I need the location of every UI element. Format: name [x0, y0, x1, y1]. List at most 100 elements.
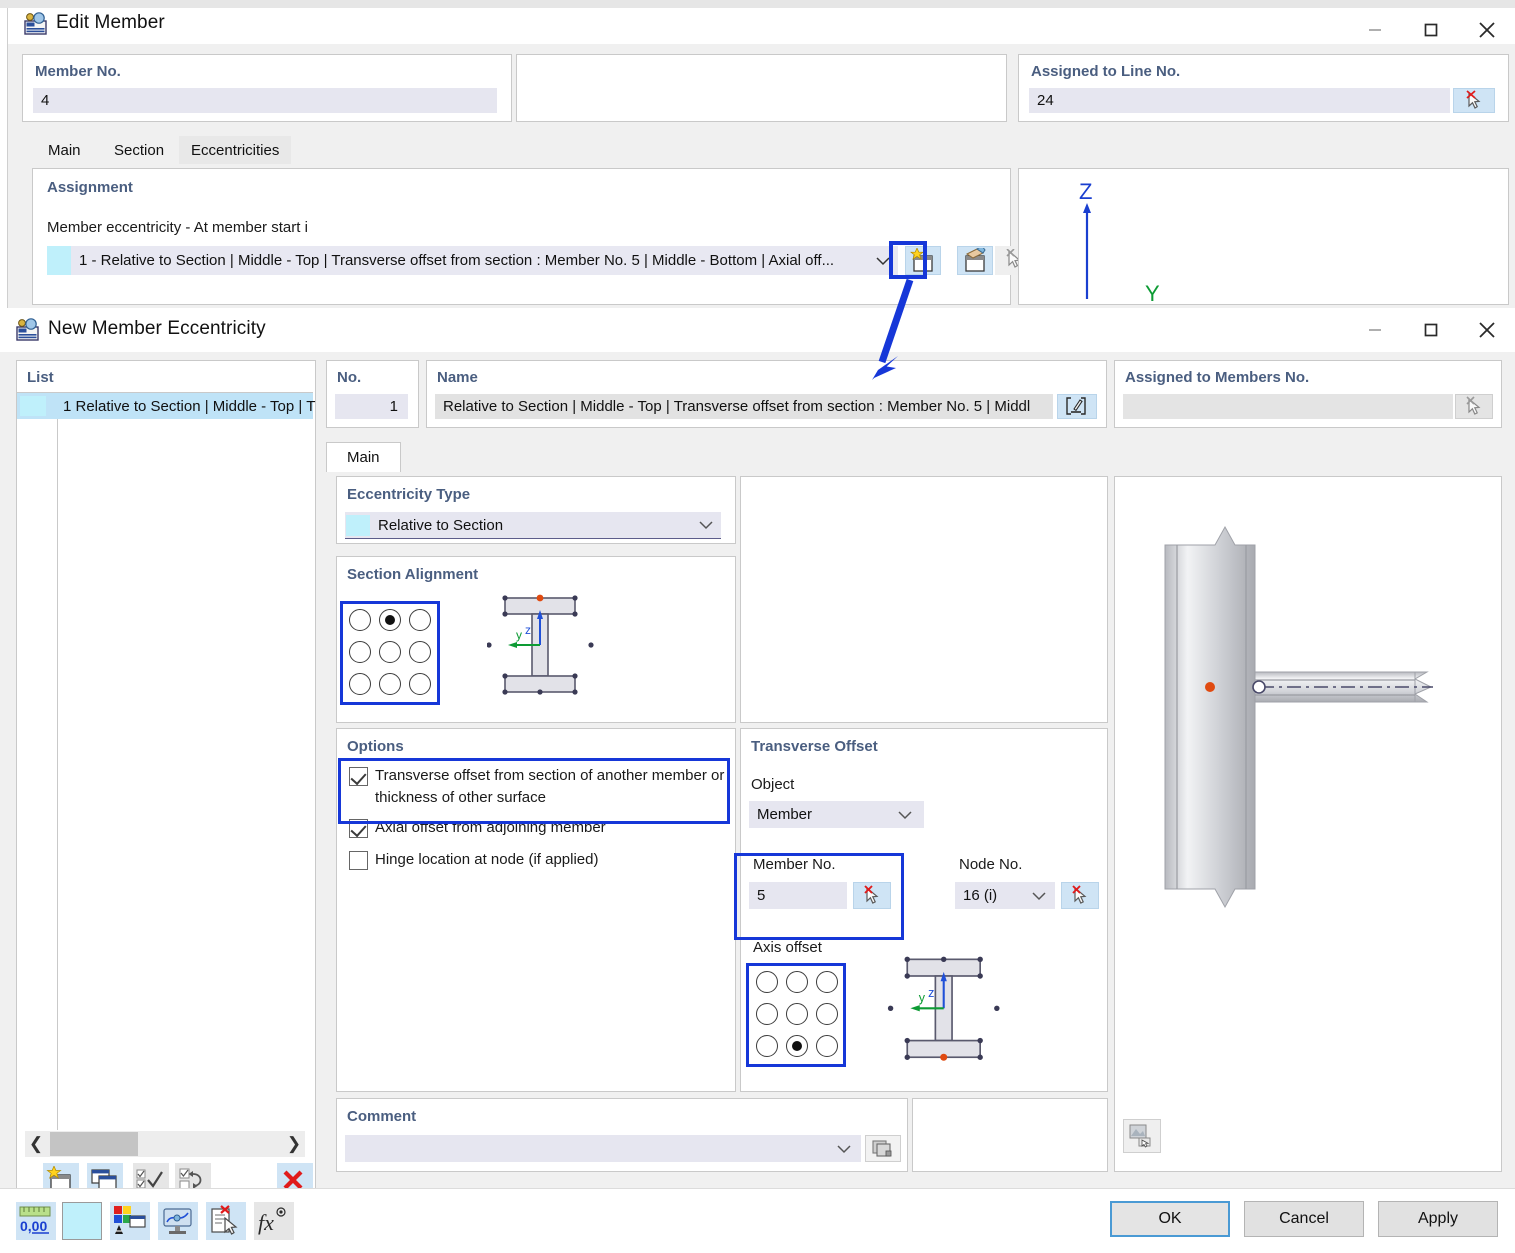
node-pick-button[interactable] [1061, 882, 1099, 909]
tab-section-label: Section [114, 141, 165, 159]
option-axial-offset-checkbox[interactable] [349, 819, 368, 838]
tab-main[interactable]: Main [326, 442, 401, 472]
eccentricity-type-combo[interactable]: Relative to Section [345, 512, 721, 539]
section-align-r2c1[interactable] [379, 673, 401, 695]
eccentricity-tabs: Main [326, 442, 1500, 472]
edit-member-window: Edit Member Member No. 4 Assigned to Lin… [8, 0, 1515, 308]
tab-main-label: Main [48, 141, 81, 159]
new-eccentricity-maximize-button[interactable] [1403, 308, 1459, 352]
option-transverse-offset-label: Transverse offset from section of anothe… [375, 767, 725, 806]
section-align-r0c1[interactable] [379, 609, 401, 631]
eccentricity-name-card: Name Relative to Section | Middle - Top … [426, 360, 1107, 428]
list-item[interactable]: 1 Relative to Section | Middle - Top | T [17, 393, 315, 419]
apply-button[interactable]: Apply [1378, 1201, 1498, 1237]
list-hscrollbar[interactable]: ❮ ❯ [25, 1131, 305, 1157]
object-label: Object [751, 776, 795, 793]
edit-member-preview: Z Y [1018, 168, 1509, 305]
assignment-edit-button[interactable] [957, 246, 993, 275]
new-eccentricity-minimize-button[interactable] [1347, 308, 1403, 352]
eccentricity-type-card: Eccentricity Type Relative to Section [336, 476, 736, 544]
assignment-value-text: 1 - Relative to Section | Middle - Top |… [79, 252, 835, 269]
parent-window-left-edge [0, 8, 8, 308]
section-align-r0c0[interactable] [349, 609, 371, 631]
svg-text:fx: fx [258, 1210, 274, 1235]
chevron-left-icon[interactable]: ❮ [25, 1131, 47, 1157]
axis-offset-r2c0[interactable] [756, 1035, 778, 1057]
tab-eccentricities[interactable]: Eccentricities [179, 136, 292, 164]
color-swatch-button[interactable] [62, 1202, 102, 1240]
section-align-r0c2[interactable] [409, 609, 431, 631]
axis-offset-diagram: z y [887, 956, 1000, 1061]
apply-button-label: Apply [1417, 1210, 1459, 1227]
new-eccentricity-close-button[interactable] [1459, 308, 1515, 352]
tab-main[interactable]: Main [36, 136, 93, 164]
cancel-button[interactable]: Cancel [1244, 1201, 1364, 1237]
assigned-members-card: Assigned to Members No. [1114, 360, 1502, 428]
svg-text:y: y [919, 991, 926, 1005]
comment-clipboard-button[interactable] [865, 1135, 901, 1162]
edit-member-maximize-button[interactable] [1403, 8, 1459, 52]
view-settings-button[interactable] [158, 1202, 198, 1240]
section-align-r2c2[interactable] [409, 673, 431, 695]
name-field[interactable]: Relative to Section | Middle - Top | Tra… [435, 394, 1053, 419]
section-align-r1c0[interactable] [349, 641, 371, 663]
assigned-line-pick-button[interactable] [1453, 88, 1495, 113]
ok-button[interactable]: OK [1110, 1201, 1230, 1237]
section-align-r1c1[interactable] [379, 641, 401, 663]
transverse-member-pick-button[interactable] [853, 882, 891, 909]
assignment-heading: Assignment [47, 179, 133, 196]
axis-offset-r1c1[interactable] [786, 1003, 808, 1025]
no-field[interactable]: 1 [335, 394, 408, 419]
assignment-new-button[interactable] [905, 246, 941, 275]
name-edit-button[interactable] [1057, 394, 1097, 419]
axis-offset-r1c0[interactable] [756, 1003, 778, 1025]
object-combo[interactable]: Member [749, 801, 924, 828]
member-icon [16, 318, 40, 342]
eccentricity-type-value: Relative to Section [378, 516, 504, 534]
section-alignment-grid[interactable] [346, 607, 434, 699]
preview-render-settings-button[interactable] [1123, 1119, 1161, 1153]
axis-offset-r2c1[interactable] [786, 1035, 808, 1057]
member-no-field[interactable]: 4 [33, 88, 497, 113]
tab-main-label: Main [347, 449, 380, 466]
new-member-eccentricity-window: New Member Eccentricity List 1 Relative … [0, 308, 1515, 1253]
edit-member-close-button[interactable] [1459, 8, 1515, 52]
section-align-r2c0[interactable] [349, 673, 371, 695]
option-hinge-location-label: Hinge location at node (if applied) [375, 851, 599, 868]
node-no-combo[interactable]: 16 (i) [955, 882, 1055, 909]
edit-member-minimize-button[interactable] [1347, 8, 1403, 52]
assigned-members-field[interactable] [1123, 394, 1453, 419]
assignment-value-combo[interactable]: 1 - Relative to Section | Middle - Top |… [47, 246, 898, 275]
display-properties-button[interactable] [110, 1202, 150, 1240]
chevron-right-icon[interactable]: ❯ [283, 1131, 305, 1157]
member-no-card: Member No. 4 [22, 54, 512, 122]
delete-selection-button[interactable] [206, 1202, 246, 1240]
chevron-down-icon [837, 1140, 851, 1157]
option-hinge-location-checkbox[interactable] [349, 851, 368, 870]
units-button[interactable]: 0,00 [16, 1202, 56, 1240]
chevron-down-icon [876, 252, 890, 269]
assigned-line-field[interactable]: 24 [1029, 88, 1450, 113]
axis-offset-r1c2[interactable] [816, 1003, 838, 1025]
section-align-r1c2[interactable] [409, 641, 431, 663]
transverse-member-no-field[interactable]: 5 [749, 882, 847, 909]
axis-offset-r0c0[interactable] [756, 971, 778, 993]
bottom-toolbar: 0,00 fx OK Cancel Apply [0, 1188, 1515, 1253]
option-transverse-offset-checkbox[interactable] [349, 767, 368, 786]
eccentricity-preview-panel [1114, 476, 1502, 1172]
comment-combo[interactable] [345, 1135, 861, 1162]
formula-button[interactable]: fx [254, 1202, 294, 1240]
assigned-members-pick-button[interactable] [1455, 394, 1493, 419]
new-eccentricity-titlebar: New Member Eccentricity [0, 308, 1515, 352]
node-no-label: Node No. [959, 856, 1023, 873]
axis-offset-r0c2[interactable] [816, 971, 838, 993]
list-column-divider [57, 392, 58, 1130]
list-hscrollbar-thumb[interactable] [50, 1132, 138, 1156]
svg-text:0,00: 0,00 [20, 1218, 47, 1234]
axis-offset-r2c2[interactable] [816, 1035, 838, 1057]
axis-offset-r0c1[interactable] [786, 971, 808, 993]
axis-offset-grid[interactable] [753, 969, 841, 1061]
assigned-line-card: Assigned to Line No. 24 [1018, 54, 1509, 122]
svg-text:y: y [516, 628, 522, 642]
tab-section[interactable]: Section [102, 136, 176, 164]
